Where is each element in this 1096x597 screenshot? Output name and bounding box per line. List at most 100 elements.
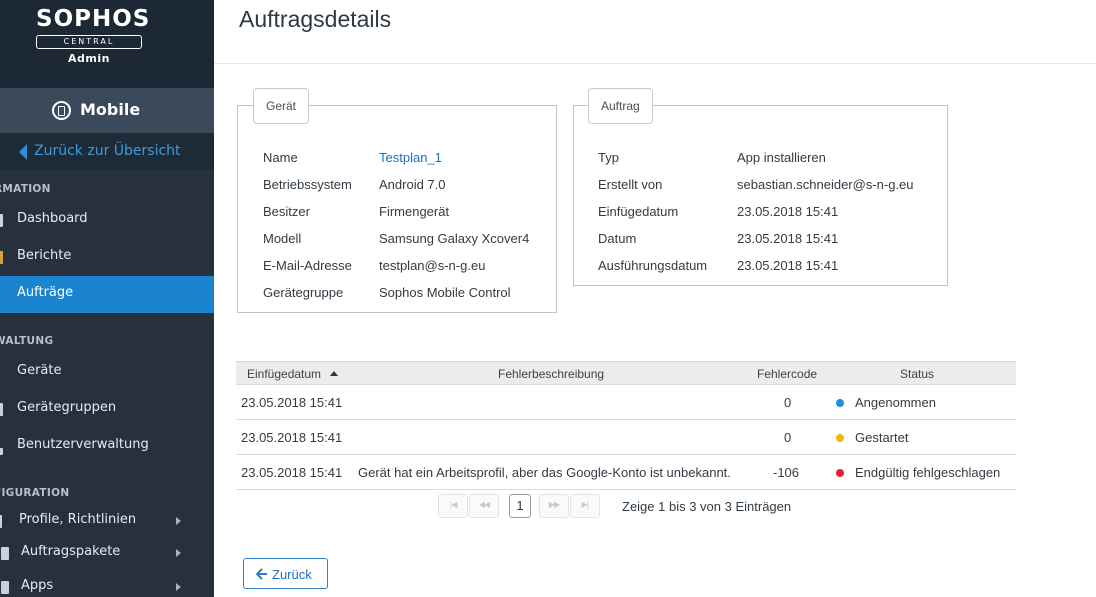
sidebar-item-reports[interactable]: Berichte — [0, 239, 214, 276]
table-header: Einfügedatum Fehlerbeschreibung Fehlerco… — [236, 361, 1016, 385]
pagination-info: Zeige 1 bis 3 von 3 Einträgen — [622, 499, 792, 514]
column-header-code[interactable]: Fehlercode — [757, 367, 817, 381]
row-status: Gestartet — [855, 430, 909, 445]
row-status: Endgültig fehlgeschlagen — [855, 465, 1001, 480]
back-button-label: Zurück — [272, 567, 312, 582]
apps-icon — [1, 581, 9, 594]
device-email-label: E-Mail-Adresse — [263, 258, 352, 273]
table-row: 23.05.2018 15:41 Gerät hat ein Arbeitspr… — [236, 455, 1016, 490]
first-page-icon: |◀ — [449, 500, 458, 509]
sidebar-item-label: Gerätegruppen — [17, 400, 117, 415]
row-error: Gerät hat ein Arbeitsprofil, aber das Go… — [358, 465, 731, 480]
task-panel-legend: Auftrag — [588, 88, 653, 124]
status-dot-icon — [836, 399, 844, 407]
device-owner-value: Firmengerät — [379, 204, 450, 219]
sidebar-item-dashboard[interactable]: Dashboard — [0, 202, 214, 239]
page-title: Auftragsdetails — [239, 6, 392, 32]
table-row: 23.05.2018 15:41 0 Gestartet — [236, 420, 1016, 455]
device-model-value: Samsung Galaxy Xcover4 — [379, 231, 530, 246]
sidebar: SOPHOS CENTRAL Admin Mobile Zurück zur Ü… — [0, 0, 214, 597]
sidebar-item-tasks[interactable]: Aufträge — [0, 276, 214, 313]
device-group-label: Gerätegruppe — [263, 285, 344, 300]
device-panel: Name Testplan_1 Betriebssystem Android 7… — [237, 105, 557, 313]
back-arrow-icon — [19, 144, 27, 160]
chevron-right-icon — [176, 517, 181, 525]
back-button[interactable]: Zurück — [243, 558, 328, 589]
back-to-overview-link[interactable]: Zurück zur Übersicht — [0, 133, 214, 170]
page-number-button[interactable]: 1 — [509, 494, 531, 518]
previous-page-button[interactable]: ◀◀ — [469, 494, 499, 518]
device-email-value: testplan@s-n-g.eu — [379, 258, 486, 273]
section-header-management: WALTUNG — [0, 335, 54, 347]
task-exec-date-value: 23.05.2018 15:41 — [737, 258, 839, 273]
sidebar-item-label: Aufträge — [17, 285, 74, 300]
task-date-value: 23.05.2018 15:41 — [737, 231, 839, 246]
logo-role: Admin — [68, 52, 110, 65]
task-created-by-label: Erstellt von — [598, 177, 663, 192]
task-type-label: Typ — [598, 150, 619, 165]
logo-sub: CENTRAL — [36, 35, 142, 49]
row-code: 0 — [784, 430, 792, 445]
task-panel: Typ App installieren Erstellt von sebast… — [573, 105, 948, 286]
sidebar-item-label: Profile, Richtlinien — [19, 512, 137, 527]
sidebar-item-label: Apps — [21, 578, 54, 593]
device-group-value: Sophos Mobile Control — [379, 285, 511, 300]
chevron-right-icon — [176, 583, 181, 591]
logo-brand: SOPHOS — [36, 6, 151, 32]
row-date: 23.05.2018 15:41 — [241, 395, 343, 410]
sidebar-item-label: Dashboard — [17, 211, 88, 226]
row-date: 23.05.2018 15:41 — [241, 430, 343, 445]
row-code: 0 — [784, 395, 792, 410]
status-dot-icon — [836, 469, 844, 477]
device-os-label: Betriebssystem — [263, 177, 352, 192]
section-header-configuration: FIGURATION — [0, 487, 70, 499]
device-os-value: Android 7.0 — [379, 177, 446, 192]
sidebar-item-label: Geräte — [17, 363, 62, 378]
task-date-label: Datum — [598, 231, 637, 246]
device-panel-legend: Gerät — [253, 88, 310, 124]
row-code: -106 — [773, 465, 800, 480]
sidebar-item-label: Benutzerverwaltung — [17, 437, 149, 452]
first-page-button[interactable]: |◀ — [438, 494, 468, 518]
last-page-icon: ▶| — [581, 500, 590, 509]
sidebar-item-label: Berichte — [17, 248, 72, 263]
task-exec-date-label: Ausführungsdatum — [598, 258, 708, 273]
section-header-information: RMATION — [0, 183, 51, 195]
chevron-right-icon — [176, 549, 181, 557]
previous-page-icon: ◀◀ — [478, 500, 490, 509]
task-type-value: App installieren — [737, 150, 826, 165]
sidebar-item-task-bundles[interactable]: Auftragspakete — [0, 535, 214, 572]
status-dot-icon — [836, 434, 844, 442]
column-header-error[interactable]: Fehlerbeschreibung — [498, 367, 604, 381]
row-date: 23.05.2018 15:41 — [241, 465, 343, 480]
next-page-icon: ▶▶ — [548, 500, 560, 509]
sort-ascending-icon — [330, 371, 338, 376]
profiles-icon — [0, 515, 2, 528]
task-insert-date-label: Einfügedatum — [598, 204, 679, 219]
column-header-status[interactable]: Status — [900, 367, 934, 381]
arrow-left-icon — [256, 568, 267, 580]
next-page-button[interactable]: ▶▶ — [539, 494, 569, 518]
sidebar-item-label: Auftragspakete — [21, 544, 121, 559]
row-status: Angenommen — [855, 395, 936, 410]
module-title: Mobile — [80, 100, 141, 119]
table-row: 23.05.2018 15:41 0 Angenommen — [236, 385, 1016, 420]
mobile-device-icon — [52, 101, 71, 120]
device-model-label: Modell — [263, 231, 302, 246]
divider — [214, 63, 1096, 64]
sidebar-item-apps[interactable]: Apps — [0, 569, 214, 597]
task-bundles-icon — [1, 547, 9, 560]
last-page-button[interactable]: ▶| — [570, 494, 600, 518]
reports-icon — [0, 251, 3, 264]
task-insert-date-value: 23.05.2018 15:41 — [737, 204, 839, 219]
sidebar-item-devices[interactable]: Geräte — [0, 354, 214, 391]
back-to-overview-label: Zurück zur Übersicht — [34, 143, 181, 159]
device-name-link[interactable]: Testplan_1 — [379, 150, 442, 165]
device-groups-icon — [0, 403, 3, 416]
sidebar-item-user-management[interactable]: Benutzerverwaltung — [0, 428, 214, 465]
sidebar-item-device-groups[interactable]: Gerätegruppen — [0, 391, 214, 428]
module-header: Mobile — [0, 88, 214, 133]
dashboard-icon — [0, 214, 3, 227]
device-owner-label: Besitzer — [263, 204, 310, 219]
column-header-date[interactable]: Einfügedatum — [247, 367, 321, 381]
